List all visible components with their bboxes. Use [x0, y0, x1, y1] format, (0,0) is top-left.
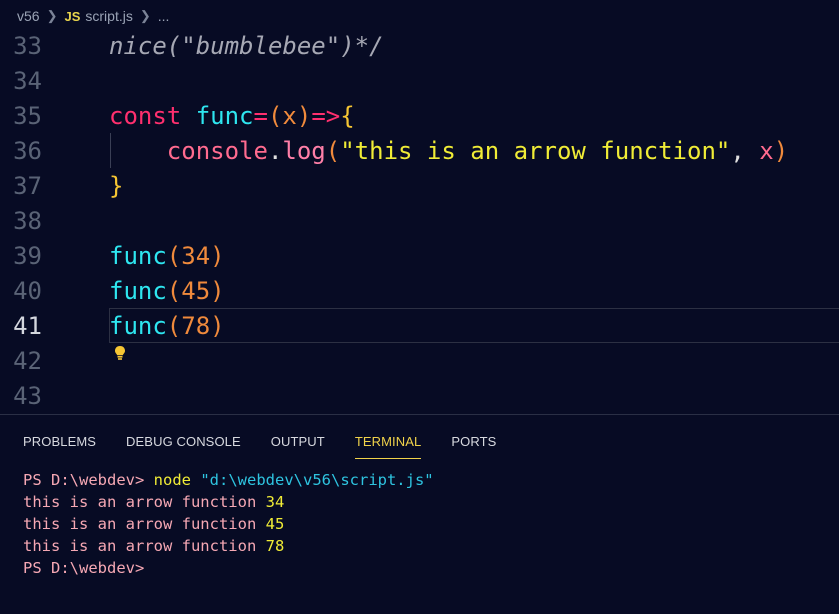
- code-token: }: [109, 171, 124, 200]
- terminal-output-text: this is an arrow function: [23, 515, 257, 533]
- code-token: ,: [730, 136, 760, 165]
- terminal-prompt: PS D:\webdev>: [23, 471, 145, 489]
- terminal-command: node: [153, 471, 191, 489]
- code-token: log: [282, 136, 326, 165]
- code-text: console.log("this is an arrow function",…: [109, 137, 788, 165]
- line-number: 41: [13, 311, 42, 340]
- code-token: func: [109, 241, 167, 270]
- code-token: (: [267, 101, 283, 130]
- code-line[interactable]: 41 func(78): [0, 308, 839, 343]
- line-number: 35: [13, 101, 42, 130]
- breadcrumb-folder[interactable]: v56: [17, 8, 40, 24]
- bottom-panel: PROBLEMS DEBUG CONSOLE OUTPUT TERMINAL PORTS…: [0, 414, 839, 614]
- code-token: (: [325, 136, 341, 165]
- code-text: func(34): [109, 242, 225, 270]
- code-token: func: [109, 311, 167, 340]
- code-token: .: [267, 136, 283, 165]
- line-number: 37: [13, 171, 42, 200]
- terminal-output-number: 45: [265, 515, 285, 533]
- line-number: 42: [13, 346, 42, 375]
- code-token: x: [759, 136, 774, 165]
- code-text: }: [109, 172, 123, 200]
- code-line[interactable]: 40 func(45): [0, 273, 839, 308]
- tab-ports[interactable]: PORTS: [451, 430, 496, 453]
- tab-terminal[interactable]: TERMINAL: [354, 430, 422, 459]
- terminal-output[interactable]: PS D:\webdev> node "d:\webdev\v56\script…: [23, 469, 434, 579]
- code-line[interactable]: 43: [0, 378, 839, 413]
- line-number: 33: [13, 31, 42, 60]
- chevron-right-icon: ❯: [139, 8, 151, 23]
- line-number: 36: [13, 136, 42, 165]
- line-number: 34: [13, 66, 42, 95]
- terminal-command-path: "d:\webdev\v56\script.js": [200, 471, 434, 489]
- code-token: ): [296, 101, 312, 130]
- code-token: (: [166, 241, 182, 270]
- terminal-prompt: PS D:\webdev>: [23, 559, 145, 577]
- code-token: ): [210, 241, 225, 270]
- code-token: {: [340, 101, 355, 130]
- terminal-output-number: 78: [265, 537, 285, 555]
- terminal-output-line: this is an arrow function 45: [23, 513, 434, 535]
- code-token: func: [195, 101, 254, 130]
- breadcrumb-file[interactable]: script.js: [85, 8, 132, 24]
- code-token: =: [253, 101, 268, 130]
- lightbulb-icon[interactable]: [111, 344, 129, 362]
- terminal-output-line: this is an arrow function 78: [23, 535, 434, 557]
- line-number: 39: [13, 241, 42, 270]
- terminal-prompt-line: PS D:\webdev>: [23, 557, 434, 579]
- tab-problems[interactable]: PROBLEMS: [23, 430, 96, 453]
- line-number: 43: [13, 381, 42, 410]
- terminal-output-text: this is an arrow function: [23, 493, 257, 511]
- code-line[interactable]: 38: [0, 203, 839, 238]
- code-token: 45: [181, 276, 211, 305]
- code-line[interactable]: 36 console.log("this is an arrow functio…: [0, 133, 839, 168]
- tab-output[interactable]: OUTPUT: [271, 430, 325, 453]
- panel-tabs: PROBLEMS DEBUG CONSOLE OUTPUT TERMINAL PORTS: [0, 415, 526, 467]
- code-token: =>: [311, 101, 341, 130]
- code-token: (: [166, 276, 182, 305]
- code-token: 34: [181, 241, 211, 270]
- code-line[interactable]: 35 const func=(x)=>{: [0, 98, 839, 133]
- terminal-output-text: this is an arrow function: [23, 537, 257, 555]
- code-token: console: [166, 136, 268, 165]
- code-token: x: [282, 101, 297, 130]
- code-token: "this is an arrow function": [340, 136, 731, 165]
- code-token: 78: [181, 311, 211, 340]
- terminal-output-number: 34: [265, 493, 285, 511]
- code-line[interactable]: 34: [0, 63, 839, 98]
- terminal-output-line: this is an arrow function 34: [23, 491, 434, 513]
- code-line[interactable]: 39 func(34): [0, 238, 839, 273]
- code-text: const func=(x)=>{: [109, 102, 355, 130]
- breadcrumb-more[interactable]: ...: [158, 8, 170, 24]
- js-file-icon: JS: [64, 8, 81, 24]
- code-token: func: [109, 276, 167, 305]
- code-token: ): [773, 136, 789, 165]
- code-line[interactable]: 37}: [0, 168, 839, 203]
- tab-debug-console[interactable]: DEBUG CONSOLE: [126, 430, 241, 453]
- code-token: nice("bumblebee")*/: [109, 31, 384, 60]
- code-token: const: [109, 101, 182, 130]
- line-number: 40: [13, 276, 42, 305]
- code-token: (: [166, 311, 182, 340]
- terminal-command-line: PS D:\webdev> node "d:\webdev\v56\script…: [23, 469, 434, 491]
- code-text: func(45): [109, 277, 225, 305]
- code-text: func(78): [109, 312, 225, 340]
- line-number: 38: [13, 206, 42, 235]
- code-token: ): [210, 276, 225, 305]
- chevron-right-icon: ❯: [46, 8, 58, 23]
- code-text: nice("bumblebee")*/: [109, 32, 384, 60]
- code-line[interactable]: 33 nice("bumblebee")*/: [0, 28, 839, 63]
- code-token: ): [210, 311, 225, 340]
